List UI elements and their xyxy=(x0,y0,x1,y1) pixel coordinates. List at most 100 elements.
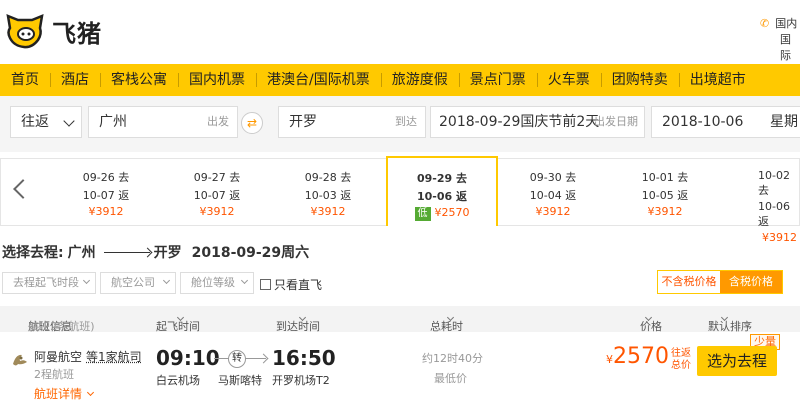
chevron-down-icon xyxy=(86,388,95,397)
filter-depart-time[interactable]: 去程起飞时段 xyxy=(2,272,96,294)
phone-icon: ✆ xyxy=(760,17,770,30)
logo-text: 飞猪 xyxy=(52,19,102,48)
header-link-intl[interactable]: 国际 xyxy=(780,33,791,62)
date-option-return: 10-06 返 xyxy=(416,190,467,203)
to-city-value: 开罗 xyxy=(289,114,317,130)
arrow-right-icon xyxy=(103,251,150,253)
date-option[interactable]: 09-26 去 10-07 返 ¥3912 xyxy=(50,159,162,225)
filter-airline[interactable]: 航空公司 xyxy=(100,272,176,294)
nav-item-train[interactable]: 火车票 xyxy=(536,64,601,96)
nav-item-home[interactable]: 首页 xyxy=(0,64,50,96)
trip-type-value: 往返 xyxy=(21,114,49,130)
arrive-airport: 开罗机场T2 xyxy=(272,374,330,387)
nav-item-domestic-flights[interactable]: 国内机票 xyxy=(178,64,256,96)
currency-symbol: ¥ xyxy=(606,353,613,366)
date-option-go: 09-26 去 xyxy=(82,171,130,184)
date-option-price: ¥3912 xyxy=(535,205,571,218)
col-sort[interactable]: 默认排序 xyxy=(708,312,752,333)
from-city-input[interactable]: 广州 出发 xyxy=(88,106,238,138)
depart-airport: 白云机场 xyxy=(156,374,200,387)
flight-count: (共22条航班) xyxy=(28,320,95,333)
date-option-price: ¥3912 xyxy=(762,231,797,244)
arrive-time: 16:50 xyxy=(272,346,336,370)
swap-icon: ⇄ xyxy=(246,116,258,130)
col-price-label: 价格 xyxy=(640,320,662,333)
transfer-city: 马斯喀特 xyxy=(218,374,262,387)
flight-price: ¥2570 xyxy=(606,344,669,369)
flight-list-header: 航班信息 (共22条航班) 起飞时间 到达时间 总耗时 价格 默认排序 xyxy=(0,306,800,333)
from-hint: 出发 xyxy=(207,115,229,128)
flight-details-label: 航班详情 xyxy=(34,387,83,401)
col-arrive-time-label: 到达时间 xyxy=(276,320,320,333)
col-duration[interactable]: 总耗时 xyxy=(430,312,463,333)
flight-details-link[interactable]: 航班详情 xyxy=(34,385,95,402)
col-sort-label: 默认排序 xyxy=(708,320,752,333)
nav-item-intl-flights[interactable]: 港澳台/国际机票 xyxy=(256,64,381,96)
nav-item-tickets[interactable]: 景点门票 xyxy=(458,64,537,96)
nav-item-inn[interactable]: 客栈公寓 xyxy=(100,64,178,96)
route-from: 广州 xyxy=(67,245,96,261)
include-tax-option[interactable]: 含税价格 xyxy=(720,271,782,293)
return-weekday: 星期 xyxy=(770,114,798,130)
date-option-price: ¥3912 xyxy=(199,205,235,218)
filter-cabin[interactable]: 舱位等级 xyxy=(180,272,254,294)
date-option[interactable]: 09-27 去 10-07 返 ¥3912 xyxy=(161,159,273,225)
date-option-price: ¥3912 xyxy=(88,205,124,218)
depart-time: 09:10 xyxy=(156,346,220,370)
date-option[interactable]: 10-01 去 10-05 返 ¥3912 xyxy=(609,159,721,225)
date-option-return: 10-07 返 xyxy=(193,189,241,202)
date-option-go: 09-27 去 xyxy=(193,171,241,184)
chevron-down-icon xyxy=(240,276,249,285)
date-option-price: ¥3912 xyxy=(310,205,346,218)
flight-duration: 约12时40分 xyxy=(422,352,483,365)
date-option[interactable]: 10-02 去 10-06 返 ¥3912 xyxy=(722,159,800,244)
direct-only-checkbox[interactable]: 只看直飞 xyxy=(260,276,322,293)
col-depart-time[interactable]: 起飞时间 xyxy=(156,312,200,333)
trip-type-select[interactable]: 往返 xyxy=(10,106,82,138)
depart-date-value: 2018-09-29国庆节前2天 xyxy=(439,114,600,130)
nav-item-group-deals[interactable]: 团购特卖 xyxy=(600,64,679,96)
to-city-input[interactable]: 开罗 到达 xyxy=(278,106,426,138)
date-option-return: 10-07 返 xyxy=(82,189,130,202)
header-links[interactable]: ✆ 国内 国际 xyxy=(760,16,800,64)
flight-legs: 2程航班 xyxy=(34,368,74,381)
col-arrive-time[interactable]: 到达时间 xyxy=(276,312,320,333)
date-option-selected[interactable]: 09-29 去 10-06 返 低 ¥2570 xyxy=(386,156,498,226)
route-prefix: 选择去程: xyxy=(2,245,64,261)
date-option[interactable]: 09-28 去 10-03 返 ¥3912 xyxy=(272,159,384,225)
chevron-down-icon xyxy=(162,276,171,285)
date-option-go: 09-29 去 xyxy=(416,172,467,185)
depart-date-input[interactable]: 2018-09-29国庆节前2天 出发日期 xyxy=(430,106,645,138)
transfer-badge: 转 xyxy=(228,350,246,368)
nav-item-vacation[interactable]: 旅游度假 xyxy=(380,64,459,96)
chevron-down-icon xyxy=(63,115,75,127)
filter-airline-label: 航空公司 xyxy=(111,276,155,289)
pig-logo-icon xyxy=(6,14,44,49)
nav-item-hotel[interactable]: 酒店 xyxy=(50,64,100,96)
exclude-tax-option[interactable]: 不含税价格 xyxy=(658,271,720,293)
date-option-go: 10-01 去 xyxy=(641,171,689,184)
date-option-return: 10-05 返 xyxy=(641,189,689,202)
nav-item-outbound-market[interactable]: 出境超市 xyxy=(678,64,757,96)
date-option[interactable]: 09-30 去 10-04 返 ¥3912 xyxy=(497,159,609,225)
date-option-return: 10-06 返 xyxy=(758,200,790,228)
checkbox-icon xyxy=(260,279,271,290)
header-link-domestic[interactable]: 国内 xyxy=(775,17,797,30)
logo[interactable]: 飞猪 xyxy=(4,8,124,54)
filter-cabin-label: 舱位等级 xyxy=(191,276,235,289)
select-outbound-button[interactable]: 选为去程 xyxy=(697,346,777,376)
to-hint: 到达 xyxy=(395,115,417,128)
route-date: 2018-09-29周六 xyxy=(191,245,310,261)
col-price[interactable]: 价格 xyxy=(640,312,662,333)
date-option-go: 10-02 去 xyxy=(758,169,790,197)
round-trip-total-note: 往返总价 xyxy=(671,348,691,371)
filter-depart-time-label: 去程起飞时段 xyxy=(13,276,79,289)
more-airlines-link[interactable]: 等1家航司 xyxy=(86,350,142,364)
route-heading: 选择去程: 广州 开罗 2018-09-29周六 xyxy=(2,242,309,262)
date-option-price-row: 低 ¥2570 xyxy=(388,206,496,221)
oman-air-logo-icon xyxy=(13,354,27,366)
swap-cities-button[interactable]: ⇄ xyxy=(241,112,263,134)
tax-price-toggle: 不含税价格 含税价格 xyxy=(657,270,783,294)
return-date-input[interactable]: 2018-10-06 星期 xyxy=(651,106,800,138)
depart-hint: 出发日期 xyxy=(594,115,638,128)
